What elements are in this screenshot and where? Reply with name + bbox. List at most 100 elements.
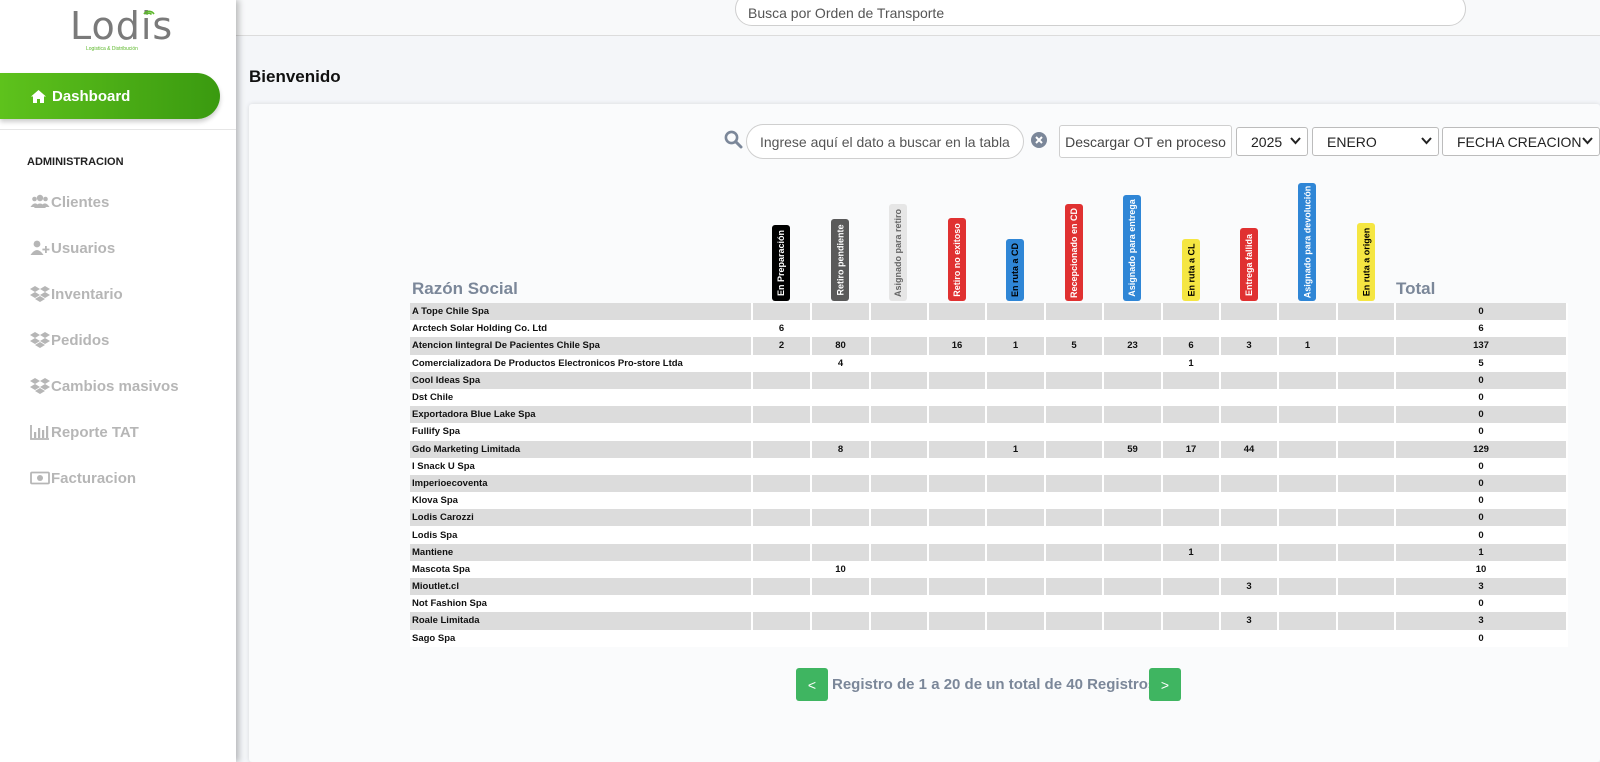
date-type-select[interactable]: FECHA CREACION bbox=[1442, 127, 1600, 156]
table-row[interactable]: Klova Spa 0 bbox=[410, 492, 1568, 510]
table-row[interactable]: Roale Limitada 3 3 bbox=[410, 612, 1568, 630]
sidebar-item-cambios-masivos[interactable]: Cambios masivos bbox=[30, 377, 179, 395]
status-count-cell bbox=[870, 474, 929, 493]
sidebar-item-dashboard[interactable]: Dashboard bbox=[0, 73, 220, 119]
table-row[interactable]: Lodis Carozzi 0 bbox=[410, 509, 1568, 527]
status-count-cell bbox=[870, 560, 929, 578]
table-row[interactable]: Mascota Spa 10 10 bbox=[410, 560, 1568, 578]
table-row[interactable]: Arctech Solar Holding Co. Ltd 6 6 bbox=[410, 320, 1568, 338]
table-row[interactable]: Lodis Spa 0 bbox=[410, 526, 1568, 544]
table-search-input[interactable] bbox=[746, 124, 1024, 159]
status-count-cell[interactable]: 23 bbox=[1103, 337, 1163, 355]
status-count-cell bbox=[1103, 612, 1163, 630]
status-count-cell[interactable]: 6 bbox=[1162, 337, 1221, 355]
table-row[interactable]: Mioutlet.cl 3 3 bbox=[410, 578, 1568, 596]
status-count-cell bbox=[1220, 303, 1279, 321]
status-count-cell[interactable]: 6 bbox=[752, 320, 812, 338]
sidebar-item-facturacion[interactable]: Facturacion bbox=[30, 469, 136, 487]
status-header-en-ruta-a-cl[interactable]: En ruta a CL bbox=[1182, 239, 1200, 301]
status-count-cell[interactable]: 16 bbox=[928, 337, 987, 355]
status-count-cell bbox=[752, 354, 812, 372]
status-count-cell[interactable]: 5 bbox=[1045, 337, 1104, 355]
status-count-cell[interactable]: 1 bbox=[1162, 354, 1221, 372]
month-select[interactable]: ENERO bbox=[1312, 127, 1439, 156]
status-count-cell[interactable]: 1 bbox=[1162, 543, 1221, 561]
sidebar-item-clientes[interactable]: Clientes bbox=[30, 193, 109, 211]
status-header-entrega-fallida[interactable]: Entrega fallida bbox=[1240, 228, 1258, 301]
next-page-button[interactable]: > bbox=[1149, 668, 1181, 701]
table-row[interactable]: Imperioecoventa 0 bbox=[410, 474, 1568, 493]
table-row[interactable]: Atencion Iintegral De Pacientes Chile Sp… bbox=[410, 337, 1568, 355]
status-header-asignado-para-retiro[interactable]: Asignado para retiro bbox=[889, 204, 907, 301]
status-header-en-ruta-a-cd[interactable]: En ruta a CD bbox=[1006, 239, 1024, 301]
status-count-cell[interactable]: 1 bbox=[986, 337, 1046, 355]
status-count-cell[interactable]: 17 bbox=[1162, 440, 1221, 458]
status-count-cell[interactable]: 3 bbox=[1220, 578, 1279, 596]
chevron-down-icon bbox=[1290, 137, 1301, 145]
year-select[interactable]: 2025 bbox=[1236, 127, 1308, 156]
status-header-asignado-para-entrega[interactable]: Asignado para entrega bbox=[1123, 195, 1141, 301]
transport-order-search-input[interactable] bbox=[735, 0, 1466, 26]
status-header-recepcionado-en-cd[interactable]: Recepcionado en CD bbox=[1065, 204, 1083, 301]
table-row[interactable]: Sago Spa 0 bbox=[410, 629, 1568, 647]
status-header-en-preparacion[interactable]: En Preparación bbox=[772, 225, 790, 301]
search-icon[interactable] bbox=[724, 130, 743, 149]
status-count-cell[interactable]: 1 bbox=[1278, 337, 1338, 355]
status-count-cell bbox=[1337, 440, 1396, 458]
status-count-cell[interactable]: 44 bbox=[1220, 440, 1279, 458]
table-row[interactable]: Exportadora Blue Lake Spa 0 bbox=[410, 406, 1568, 424]
status-count-cell[interactable]: 2 bbox=[752, 337, 812, 355]
table-row[interactable]: I Snack U Spa 0 bbox=[410, 457, 1568, 475]
status-header-label: Retiro no exitoso bbox=[952, 222, 963, 297]
status-count-cell[interactable]: 10 bbox=[811, 560, 871, 578]
table-row[interactable]: Comercializadora De Productos Electronic… bbox=[410, 354, 1568, 372]
dropbox-icon bbox=[30, 378, 50, 394]
status-header-en-ruta-a-origen[interactable]: En ruta a origen bbox=[1357, 223, 1375, 301]
status-header-retiro-no-exitoso[interactable]: Retiro no exitoso bbox=[948, 218, 966, 301]
status-count-cell[interactable]: 80 bbox=[811, 337, 871, 355]
sidebar-item-pedidos[interactable]: Pedidos bbox=[30, 331, 109, 349]
status-count-cell bbox=[1220, 492, 1279, 510]
status-count-cell bbox=[1337, 388, 1396, 407]
status-count-cell bbox=[1220, 457, 1279, 475]
brand-logo[interactable]: Lodis Logistica & Distribución bbox=[70, 4, 172, 56]
dropbox-icon bbox=[30, 332, 50, 348]
status-count-cell bbox=[1278, 423, 1338, 441]
table-row[interactable]: Not Fashion Spa 0 bbox=[410, 595, 1568, 613]
clear-search-icon[interactable] bbox=[1031, 132, 1047, 148]
status-header-asignado-para-devolucion[interactable]: Asignado para devolución bbox=[1298, 183, 1316, 301]
company-name-cell: Gdo Marketing Limitada bbox=[410, 440, 753, 458]
status-count-cell bbox=[928, 303, 987, 321]
status-count-cell[interactable]: 3 bbox=[1220, 612, 1279, 630]
sidebar-item-inventario[interactable]: Inventario bbox=[30, 285, 123, 303]
status-count-cell[interactable]: 59 bbox=[1103, 440, 1163, 458]
status-count-cell bbox=[1162, 474, 1221, 493]
status-count-cell[interactable]: 8 bbox=[811, 440, 871, 458]
status-count-cell bbox=[928, 371, 987, 389]
status-header-retiro-pendiente[interactable]: Retiro pendiente bbox=[831, 219, 849, 301]
status-table: A Tope Chile Spa 0 Arctech Solar Holding C… bbox=[410, 303, 1568, 647]
status-count-cell bbox=[986, 423, 1046, 441]
status-count-cell[interactable]: 4 bbox=[811, 354, 871, 372]
table-row[interactable]: Dst Chile 0 bbox=[410, 388, 1568, 407]
status-count-cell[interactable]: 1 bbox=[986, 440, 1046, 458]
sidebar-item-usuarios[interactable]: Usuarios bbox=[30, 239, 115, 257]
status-count-cell bbox=[1220, 354, 1279, 372]
table-row[interactable]: A Tope Chile Spa 0 bbox=[410, 303, 1568, 321]
table-row[interactable]: Mantiene 1 1 bbox=[410, 543, 1568, 561]
prev-page-button[interactable]: < bbox=[796, 668, 828, 701]
total-cell: 0 bbox=[1395, 629, 1568, 647]
table-row[interactable]: Gdo Marketing Limitada 8 1 59 17 44 129 bbox=[410, 440, 1568, 458]
status-count-cell bbox=[1278, 612, 1338, 630]
download-ot-button[interactable]: Descargar OT en proceso bbox=[1059, 125, 1232, 158]
status-count-cell bbox=[811, 406, 871, 424]
status-count-cell bbox=[1337, 612, 1396, 630]
status-count-cell bbox=[986, 509, 1046, 527]
users-icon bbox=[30, 194, 50, 208]
table-row[interactable]: Cool Ideas Spa 0 bbox=[410, 371, 1568, 389]
status-count-cell bbox=[1278, 388, 1338, 407]
table-row[interactable]: Fullify Spa 0 bbox=[410, 423, 1568, 441]
status-count-cell[interactable]: 3 bbox=[1220, 337, 1279, 355]
status-count-cell bbox=[1278, 474, 1338, 493]
sidebar-item-reporte-tat[interactable]: Reporte TAT bbox=[30, 423, 139, 441]
